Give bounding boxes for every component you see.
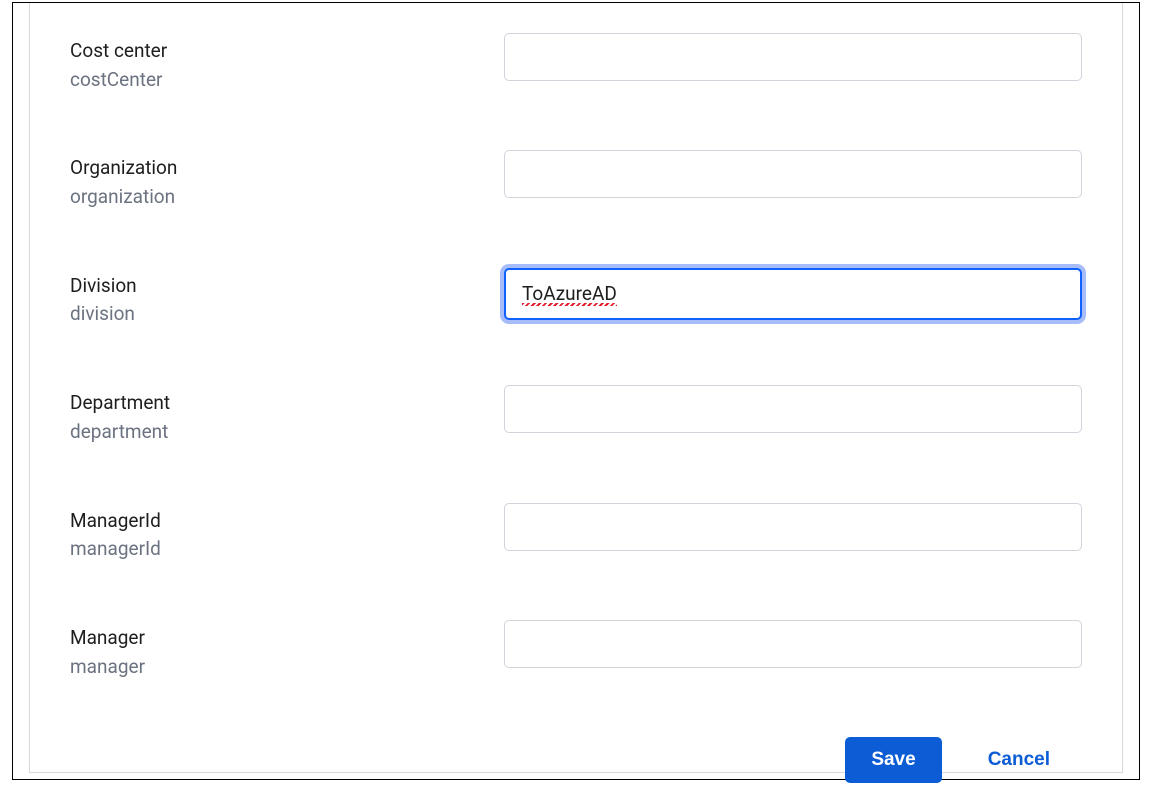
field-row-department: Department department — [70, 385, 1082, 444]
cost-center-input[interactable] — [504, 33, 1082, 81]
field-sublabel: costCenter — [70, 68, 504, 93]
field-sublabel: department — [70, 420, 504, 445]
department-input[interactable] — [504, 385, 1082, 433]
input-col — [504, 385, 1082, 433]
label-col: ManagerId managerId — [70, 503, 504, 562]
manager-input[interactable] — [504, 620, 1082, 668]
field-row-division: Division division ToAzureAD — [70, 268, 1082, 327]
field-label: Department — [70, 391, 504, 416]
field-row-organization: Organization organization — [70, 150, 1082, 209]
field-row-cost-center: Cost center costCenter — [70, 33, 1082, 92]
label-col: Organization organization — [70, 150, 504, 209]
division-input[interactable]: ToAzureAD — [504, 268, 1082, 320]
input-col: ToAzureAD — [504, 268, 1082, 320]
label-col: Division division — [70, 268, 504, 327]
field-label: Division — [70, 274, 504, 299]
input-col — [504, 503, 1082, 551]
input-col — [504, 33, 1082, 81]
field-sublabel: manager — [70, 655, 504, 680]
field-row-manager: Manager manager — [70, 620, 1082, 679]
field-sublabel: division — [70, 302, 504, 327]
label-col: Department department — [70, 385, 504, 444]
outer-frame: Cost center costCenter Organization orga… — [12, 2, 1140, 780]
field-label: ManagerId — [70, 509, 504, 534]
label-col: Manager manager — [70, 620, 504, 679]
form-panel: Cost center costCenter Organization orga… — [29, 3, 1123, 773]
label-col: Cost center costCenter — [70, 33, 504, 92]
field-sublabel: managerId — [70, 537, 504, 562]
form-rows: Cost center costCenter Organization orga… — [70, 33, 1082, 737]
button-row: Save Cancel — [70, 737, 1082, 791]
organization-input[interactable] — [504, 150, 1082, 198]
cancel-button[interactable]: Cancel — [980, 737, 1058, 783]
field-label: Organization — [70, 156, 504, 181]
input-col — [504, 620, 1082, 668]
field-label: Manager — [70, 626, 504, 651]
division-input-value: ToAzureAD — [522, 282, 617, 305]
save-button[interactable]: Save — [845, 737, 941, 783]
field-sublabel: organization — [70, 185, 504, 210]
field-label: Cost center — [70, 39, 504, 64]
input-col — [504, 150, 1082, 198]
field-row-manager-id: ManagerId managerId — [70, 503, 1082, 562]
manager-id-input[interactable] — [504, 503, 1082, 551]
